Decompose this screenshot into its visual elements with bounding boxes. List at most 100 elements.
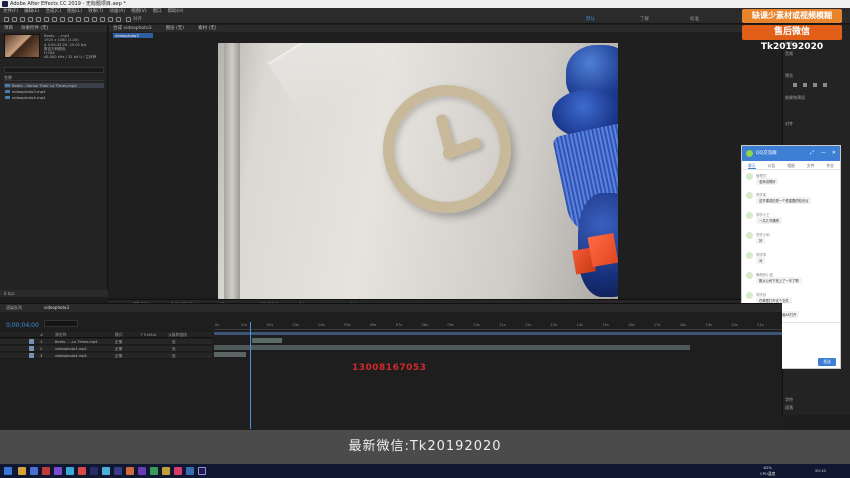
roto-brush-tool-icon[interactable] (108, 17, 113, 22)
layer-search-input[interactable] (44, 320, 78, 327)
time-ruler[interactable]: 0s 01s 02s 03s 04s 05s 06s 07s 08s 09s 10s 11s 12s 13… (214, 322, 782, 330)
layer-bar[interactable] (252, 338, 282, 343)
preview-play-icon[interactable] (803, 83, 807, 87)
tab-videophoto3[interactable]: videophoto3 (44, 304, 69, 312)
zoom-tool-icon[interactable] (28, 17, 33, 22)
workspace-default[interactable]: 默认 (586, 16, 595, 22)
taskbar-app-icon[interactable] (78, 467, 86, 475)
project-bit-depth[interactable]: 8 bpc (0, 290, 108, 297)
col-parent: 父级和链接 (168, 332, 187, 337)
preview-first-icon[interactable] (793, 83, 797, 87)
taskbar-app-icon[interactable] (150, 467, 158, 475)
tab-notice[interactable]: 公告 (768, 162, 776, 169)
layer-color-label[interactable] (29, 346, 34, 351)
taskbar-app-icon[interactable] (186, 467, 194, 475)
composition-viewer[interactable] (218, 43, 618, 299)
taskbar-app-icon[interactable] (174, 467, 182, 475)
tab-album[interactable]: 相册 (787, 162, 795, 169)
panel-align[interactable]: 对齐 (785, 121, 793, 127)
start-icon[interactable] (4, 467, 12, 475)
layer-row[interactable]: 3 videophoto4.mp4 正常 无 (0, 353, 212, 359)
composition-breadcrumb[interactable]: videophoto3 (113, 33, 153, 38)
tab-composition[interactable]: 合成 videophoto3 (113, 25, 152, 32)
project-item[interactable]: Beats - Sense Their Lo Times.mp4 (4, 83, 104, 88)
tab-layer[interactable]: 图层 (无) (166, 25, 184, 32)
after-effects-taskbar-icon[interactable] (198, 467, 206, 475)
taskbar-app-icon[interactable] (42, 467, 50, 475)
tab-files[interactable]: 文件 (807, 162, 815, 169)
panel-effects-presets[interactable]: 效果和预设 (785, 95, 805, 101)
layer-row[interactable]: 1 Beats - ...Lo Times.mp4 正常 无 (0, 339, 212, 345)
rotate-tool-icon[interactable] (36, 17, 41, 22)
timeline-timecode[interactable]: 0;00;04;00 (6, 322, 39, 329)
minimize-icon[interactable]: — (821, 146, 826, 161)
project-item[interactable]: videophoto4.mp4 (4, 95, 104, 100)
clone-stamp-tool-icon[interactable] (92, 17, 97, 22)
home-icon[interactable] (4, 17, 9, 22)
taskbar-app-icon[interactable] (162, 467, 170, 475)
taskbar-app-icon[interactable] (54, 467, 62, 475)
type-tool-icon[interactable] (76, 17, 81, 22)
file-explorer-icon[interactable] (18, 467, 26, 475)
layer-parent[interactable]: 无 (172, 353, 176, 359)
tab-effect-controls[interactable]: 效果控件 (无) (21, 25, 48, 32)
tab-homework[interactable]: 作业 (826, 162, 834, 169)
taskbar-app-icon[interactable] (66, 467, 74, 475)
col-source-name[interactable]: 源名称 (55, 332, 66, 338)
puppet-tool-icon[interactable] (116, 17, 121, 22)
menu-layer[interactable]: 图层(L) (67, 8, 82, 15)
layer-parent[interactable]: 无 (172, 339, 176, 345)
taskbar-app-icon[interactable] (138, 467, 146, 475)
menu-help[interactable]: 帮助(H) (168, 8, 184, 15)
taskbar-app-icon[interactable] (30, 467, 38, 475)
close-icon[interactable]: ✕ (832, 146, 836, 161)
camera-tool-icon[interactable] (44, 17, 49, 22)
pan-behind-tool-icon[interactable] (52, 17, 57, 22)
tab-footage[interactable]: 素材 (无) (198, 25, 216, 32)
preview-last-icon[interactable] (823, 83, 827, 87)
layer-mode[interactable]: 正常 (115, 346, 122, 352)
menu-effect[interactable]: 效果(T) (88, 8, 103, 15)
eraser-tool-icon[interactable] (100, 17, 105, 22)
tab-project[interactable]: 项目 (4, 25, 13, 32)
taskbar-app-icon[interactable] (90, 467, 98, 475)
layer-color-label[interactable] (29, 339, 34, 344)
taskbar-app-icon[interactable] (114, 467, 122, 475)
brush-tool-icon[interactable] (84, 17, 89, 22)
mask-tool-icon[interactable] (60, 17, 65, 22)
project-column-name[interactable]: 名称 (4, 75, 104, 81)
taskbar-app-icon[interactable] (102, 467, 110, 475)
menu-view[interactable]: 视图(V) (131, 8, 147, 15)
menu-animation[interactable]: 动画(A) (109, 8, 125, 15)
expand-icon[interactable]: ⤢ (810, 146, 814, 161)
playhead[interactable] (250, 322, 251, 429)
menu-composition[interactable]: 合成(C) (45, 8, 61, 15)
panel-character[interactable]: 字符 (785, 397, 793, 403)
project-item[interactable]: videophoto3.mp4 (4, 89, 104, 94)
pen-tool-icon[interactable] (68, 17, 73, 22)
panel-paragraph[interactable]: 段落 (785, 405, 793, 411)
layer-bar[interactable] (214, 345, 690, 350)
snap-icon[interactable] (126, 17, 131, 22)
layer-row[interactable]: 2 videophoto3.mp4 正常 无 (0, 346, 212, 352)
layer-color-label[interactable] (29, 353, 34, 358)
hand-tool-icon[interactable] (20, 17, 25, 22)
preview-next-icon[interactable] (813, 83, 817, 87)
taskbar-app-icon[interactable] (126, 467, 134, 475)
layer-mode[interactable]: 正常 (115, 353, 122, 359)
workspace-learn[interactable]: 了解 (640, 16, 649, 22)
layer-bar[interactable] (214, 352, 246, 357)
selection-tool-icon[interactable] (12, 17, 17, 22)
tab-chat[interactable]: 聊天 (748, 162, 756, 169)
work-area-bar[interactable] (214, 332, 782, 335)
panel-preview[interactable]: 预览 (785, 73, 793, 79)
workspace-standard[interactable]: 标准 (690, 16, 699, 22)
menu-edit[interactable]: 编辑(E) (24, 8, 39, 15)
menu-file[interactable]: 文件(F) (3, 8, 18, 15)
send-button[interactable]: 发送 (818, 358, 836, 366)
menu-window[interactable]: 窗口 (153, 8, 162, 15)
layer-mode[interactable]: 正常 (115, 339, 122, 345)
project-search-input[interactable] (4, 67, 104, 73)
layer-parent[interactable]: 无 (172, 346, 176, 352)
tab-render-queue[interactable]: 渲染队列 (6, 304, 22, 312)
